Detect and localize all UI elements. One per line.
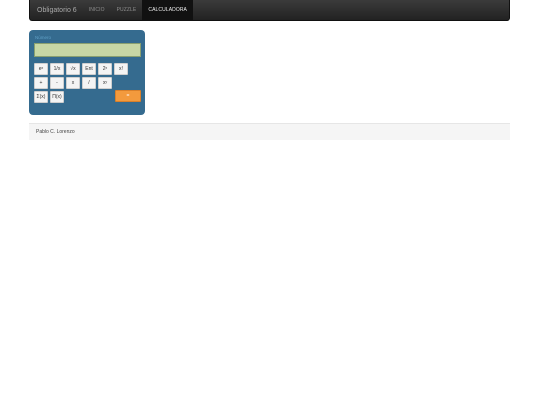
divide-key[interactable]: / xyxy=(82,77,96,89)
footer-author: Pablo C. Lorenzo xyxy=(36,129,75,135)
subtract-key[interactable]: - xyxy=(50,77,64,89)
exp-key[interactable]: eˣ xyxy=(34,63,48,75)
integer-key[interactable]: Ent xyxy=(82,63,96,75)
page-footer: Pablo C. Lorenzo xyxy=(29,123,510,140)
calculator-panel: Número eˣ 1/x √x Ent 2ˣ x! + - x / xʸ Σ(… xyxy=(29,30,145,115)
power-key[interactable]: xʸ xyxy=(98,77,112,89)
factorial-key[interactable]: x! xyxy=(114,63,128,75)
multiply-key[interactable]: x xyxy=(66,77,80,89)
brand-title[interactable]: Obligatorio 6 xyxy=(37,7,77,14)
sqrt-key[interactable]: √x xyxy=(66,63,80,75)
add-key[interactable]: + xyxy=(34,77,48,89)
sum-key[interactable]: Σ(x) xyxy=(34,91,48,103)
calculator-display[interactable] xyxy=(34,43,141,57)
number-label: Número xyxy=(35,35,52,40)
top-navbar: Obligatorio 6 INICIO PUZZLE CALCULADORA xyxy=(29,0,510,21)
nav-link-puzzle[interactable]: PUZZLE xyxy=(111,0,143,21)
power-of-two-key[interactable]: 2ˣ xyxy=(98,63,112,75)
product-key[interactable]: Π(x) xyxy=(50,91,64,103)
nav-link-calculadora[interactable]: CALCULADORA xyxy=(142,0,193,21)
equals-button[interactable]: = xyxy=(115,90,141,102)
reciprocal-key[interactable]: 1/x xyxy=(50,63,64,75)
nav-link-inicio[interactable]: INICIO xyxy=(83,0,111,21)
